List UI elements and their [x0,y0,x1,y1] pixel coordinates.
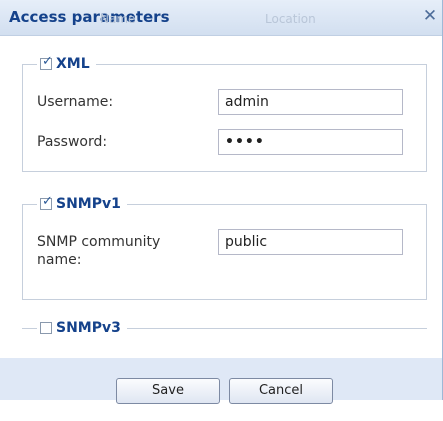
password-label: Password: [37,134,108,150]
snmpv3-label: SNMPv3 [56,320,121,336]
snmpv3-checkbox[interactable] [40,322,52,334]
xml-legend: ✓ XML [37,54,96,74]
close-icon[interactable]: ✕ [420,6,440,26]
checkbox-tick-icon: ✓ [42,194,53,209]
snmp-community-label-line2: name: [37,252,82,268]
save-button[interactable]: Save [116,378,220,404]
password-input[interactable]: •••• [218,129,403,155]
xml-checkbox[interactable]: ✓ [40,54,53,70]
dialog-title: Access parameters [9,8,170,26]
username-label: Username: [37,94,114,110]
username-input[interactable]: admin [218,89,403,115]
dialog-titlebar[interactable]: Access parameters Name Location ✕ [0,0,442,36]
snmpv1-label: SNMPv1 [56,196,121,212]
background-column-name: Name [100,12,136,26]
xml-label: XML [56,56,90,72]
snmp-community-label-line1: SNMP community [37,234,161,250]
snmpv1-checkbox[interactable]: ✓ [40,194,53,210]
xml-fieldset: ✓ XML Username: admin Password: •••• [22,54,427,172]
snmp-community-input[interactable]: public [218,229,403,255]
snmpv1-legend: ✓ SNMPv1 [37,194,127,214]
dialog-footer: Save Cancel [0,358,442,404]
access-parameters-dialog: Access parameters Name Location ✕ ✓ XML … [0,0,443,404]
snmpv1-fieldset: ✓ SNMPv1 SNMP community name: public [22,194,427,300]
snmpv3-legend: SNMPv3 [37,318,127,338]
background-column-location: Location [265,12,316,26]
checkbox-tick-icon: ✓ [42,54,53,69]
cancel-button[interactable]: Cancel [229,378,333,404]
